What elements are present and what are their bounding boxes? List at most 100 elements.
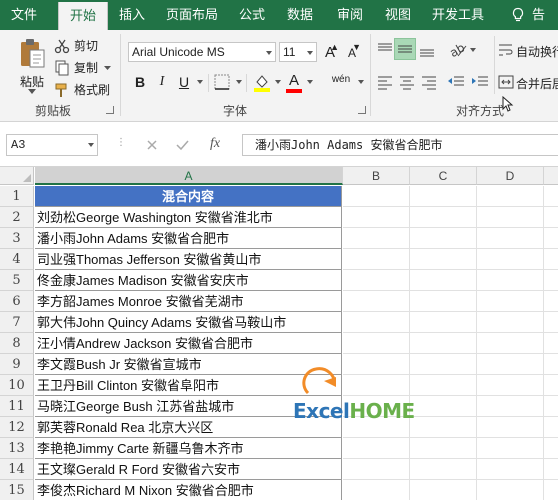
cell-a15[interactable]: 李俊杰Richard M Nixon 安徽省合肥市 (35, 480, 342, 500)
align-right-icon[interactable] (420, 74, 438, 90)
font-color-swatch (286, 89, 302, 93)
font-name-select[interactable]: Arial Unicode MS (128, 42, 276, 62)
gridline (343, 437, 558, 438)
tab-insert[interactable]: 插入 (112, 0, 152, 30)
tab-review[interactable]: 审阅 (330, 0, 370, 30)
cell-a3[interactable]: 潘小雨John Adams 安徽省合肥市 (35, 228, 342, 249)
header-cell-a1[interactable]: 混合内容 (35, 186, 342, 207)
grow-font-button[interactable]: A ▲ (320, 42, 340, 62)
gridline (343, 332, 558, 333)
font-launcher-icon[interactable] (358, 106, 366, 114)
formula-input[interactable]: 潘小雨John Adams 安徽省合肥市 (242, 134, 558, 156)
cell-a7[interactable]: 郭大伟John Quincy Adams 安徽省马鞍山市 (35, 312, 342, 333)
row-header-1[interactable]: 1 (0, 186, 34, 207)
font-color-label: A (288, 72, 299, 89)
copy-dropdown-icon[interactable] (104, 66, 111, 70)
column-header-d[interactable]: D (477, 167, 544, 185)
gridline (343, 227, 558, 228)
phonetic-button[interactable]: wén (326, 70, 356, 90)
select-all-button[interactable] (0, 167, 34, 185)
caret-down-icon: ▼ (352, 42, 361, 52)
align-bottom-icon[interactable] (418, 42, 436, 58)
row-header-15[interactable]: 15 (0, 480, 34, 500)
shrink-font-button[interactable]: A ▼ (342, 42, 362, 62)
tab-data[interactable]: 数据 (280, 0, 320, 30)
row-header-10[interactable]: 10 (0, 375, 34, 396)
align-top-icon[interactable] (376, 42, 394, 58)
cell-a8[interactable]: 汪小倩Andrew Jackson 安徽省合肥市 (35, 333, 342, 354)
column-header-c[interactable]: C (410, 167, 477, 185)
column-header-b[interactable]: B (343, 167, 410, 185)
border-icon[interactable] (214, 74, 232, 90)
font-color-button[interactable]: A (284, 70, 304, 93)
enter-check-icon[interactable] (176, 139, 189, 151)
lightbulb-icon[interactable] (510, 7, 526, 23)
row-header-9[interactable]: 9 (0, 354, 34, 375)
row-header-7[interactable]: 7 (0, 312, 34, 333)
row-header-14[interactable]: 14 (0, 459, 34, 480)
cell-a2[interactable]: 刘劲松George Washington 安徽省淮北市 (35, 207, 342, 228)
align-left-icon[interactable] (376, 74, 394, 90)
cell-a4[interactable]: 司业强Thomas Jefferson 安徽省黄山市 (35, 249, 342, 270)
cell-a13[interactable]: 李艳艳Jimmy Carte 新疆乌鲁木齐市 (35, 438, 342, 459)
row-header-3[interactable]: 3 (0, 228, 34, 249)
tab-developer[interactable]: 开发工具 (426, 0, 490, 30)
cell-a5[interactable]: 佟金康James Madison 安徽省安庆市 (35, 270, 342, 291)
border-dropdown-icon[interactable] (236, 80, 242, 84)
fill-color-icon[interactable] (252, 72, 272, 92)
tab-file[interactable]: 文件 (0, 0, 48, 30)
column-header-a[interactable]: A (35, 167, 343, 185)
worksheet-grid[interactable]: A B C D 1 混合内容 2 刘劲松George Washington 安徽省淮北… (0, 167, 558, 500)
phonetic-dropdown-icon[interactable] (358, 80, 364, 84)
row-header-5[interactable]: 5 (0, 270, 34, 291)
wrap-text-button[interactable]: 自动换行 (498, 40, 558, 60)
cut-label: 剪切 (74, 39, 99, 53)
gridline (343, 479, 558, 480)
cell-a14[interactable]: 王文璨Gerald R Ford 安徽省六安市 (35, 459, 342, 480)
caret-up-icon: ▲ (330, 42, 339, 52)
decrease-indent-icon[interactable] (446, 74, 466, 90)
tab-view[interactable]: 视图 (378, 0, 418, 30)
gridline (343, 311, 558, 312)
underline-dropdown-icon[interactable] (197, 80, 203, 84)
merge-center-button[interactable]: 合并后居 (498, 72, 558, 92)
insert-function-button[interactable]: fx (210, 136, 220, 152)
paste-dropdown-icon[interactable] (28, 89, 36, 94)
tab-formulas[interactable]: 公式 (232, 0, 272, 30)
underline-button[interactable]: U (174, 72, 194, 92)
gridline (343, 269, 558, 270)
cell-a6[interactable]: 李方韶James Monroe 安徽省芜湖市 (35, 291, 342, 312)
tell-me-label[interactable]: 告 (532, 0, 545, 30)
paste-button[interactable]: 粘贴 (12, 35, 52, 97)
watermark-text-excel: Excel (293, 399, 350, 423)
font-color-dropdown-icon[interactable] (307, 80, 313, 84)
column-header-e[interactable] (544, 167, 558, 185)
name-box[interactable]: A3 (6, 134, 98, 156)
tab-home[interactable]: 开始 (58, 2, 108, 30)
row-header-2[interactable]: 2 (0, 207, 34, 228)
row-header-13[interactable]: 13 (0, 438, 34, 459)
orientation-dropdown-icon[interactable] (470, 48, 476, 52)
orientation-icon[interactable]: ab (448, 41, 468, 59)
row-header-6[interactable]: 6 (0, 291, 34, 312)
tab-page-layout[interactable]: 页面布局 (160, 0, 224, 30)
font-size-select[interactable]: 11 (279, 42, 317, 62)
row-header-12[interactable]: 12 (0, 417, 34, 438)
increase-indent-icon[interactable] (470, 74, 490, 90)
align-center-icon[interactable] (398, 74, 416, 90)
bold-button[interactable]: B (130, 72, 150, 92)
gridline (543, 186, 544, 500)
align-middle-button[interactable] (394, 38, 416, 60)
clipboard-group-label: 剪贴板 (34, 104, 71, 118)
row-header-11[interactable]: 11 (0, 396, 34, 417)
row-header-8[interactable]: 8 (0, 333, 34, 354)
cancel-icon[interactable] (146, 139, 158, 151)
row-header-4[interactable]: 4 (0, 249, 34, 270)
gridline (343, 206, 558, 207)
formula-bar-grip-icon[interactable]: ⋮ (116, 137, 126, 153)
fill-dropdown-icon[interactable] (275, 80, 281, 84)
clipboard-launcher-icon[interactable] (106, 106, 114, 114)
watermark-logo: ExcelHOME (293, 399, 415, 423)
gridline (343, 290, 558, 291)
italic-button[interactable]: I (152, 72, 172, 92)
